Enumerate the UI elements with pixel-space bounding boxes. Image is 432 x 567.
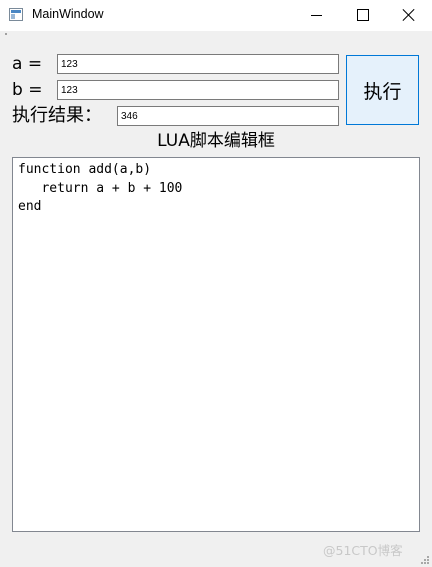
b-input[interactable]	[57, 80, 339, 100]
maximize-icon	[357, 9, 369, 21]
title-bar[interactable]: MainWindow	[0, 0, 432, 31]
a-label: a =	[12, 54, 43, 74]
lua-script-editor[interactable]: function add(a,b) return a + b + 100 end	[12, 157, 420, 532]
result-label: 执行结果：	[12, 105, 102, 126]
watermark: @51CTO博客	[323, 543, 403, 558]
editor-title: LUA脚本编辑框	[157, 131, 275, 151]
result-field[interactable]	[117, 106, 339, 126]
toolbar-handle	[5, 33, 7, 35]
b-label: b =	[12, 80, 43, 100]
resize-grip-icon[interactable]	[420, 555, 430, 565]
window-app-icon	[9, 8, 23, 21]
code-line: return a + b + 100	[18, 180, 183, 196]
code-line: function add(a,b)	[18, 162, 152, 177]
maximize-button[interactable]	[340, 0, 386, 31]
window-title: MainWindow	[32, 7, 104, 21]
execute-button-label: 执行	[363, 80, 402, 103]
minimize-button[interactable]	[294, 0, 340, 31]
a-input[interactable]	[57, 54, 339, 74]
close-icon	[402, 8, 416, 22]
minimize-icon	[311, 15, 322, 16]
code-line: end	[18, 199, 42, 214]
execute-button[interactable]: 执行	[346, 55, 419, 125]
close-button[interactable]	[386, 0, 432, 31]
